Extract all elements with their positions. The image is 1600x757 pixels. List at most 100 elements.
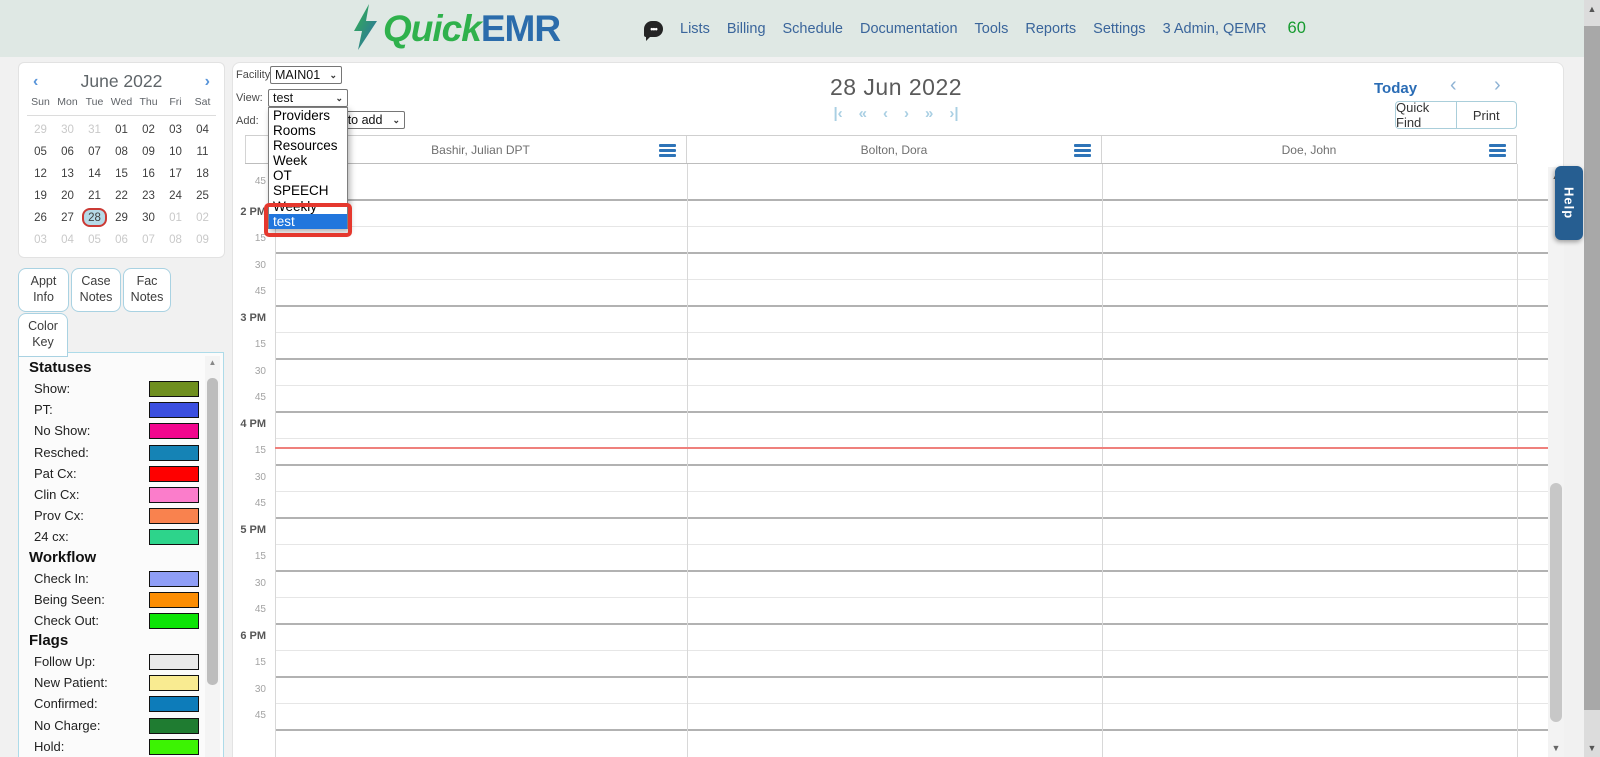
calendar-day-14[interactable]: 14 xyxy=(81,163,108,185)
calendar-day-04[interactable]: 04 xyxy=(189,119,216,141)
calendar-day-09[interactable]: 09 xyxy=(135,141,162,163)
calendar-day-06[interactable]: 06 xyxy=(54,141,81,163)
nav-schedule[interactable]: Schedule xyxy=(783,21,843,37)
nav-3-admin-qemr[interactable]: 3 Admin, QEMR xyxy=(1163,21,1267,37)
pager-next-icon[interactable]: › xyxy=(904,105,909,122)
calendar-day-02[interactable]: 02 xyxy=(189,207,216,229)
calendar-day-03[interactable]: 03 xyxy=(27,229,54,251)
calendar-prev-month-icon[interactable]: ‹ xyxy=(33,73,38,91)
color-key-tab[interactable]: Color Key xyxy=(18,313,68,357)
calendar-day-21[interactable]: 21 xyxy=(81,185,108,207)
nav-lists[interactable]: Lists xyxy=(680,21,710,37)
grid-scrollbar[interactable]: ▲ ▼ xyxy=(1548,167,1564,757)
view-option-rooms[interactable]: Rooms xyxy=(269,123,347,138)
calendar-day-19[interactable]: 19 xyxy=(27,185,54,207)
calendar-next-month-icon[interactable]: › xyxy=(205,73,210,91)
nav-reports[interactable]: Reports xyxy=(1025,21,1076,37)
calendar-day-09[interactable]: 09 xyxy=(189,229,216,251)
calendar-dayname-thu: Thu xyxy=(139,96,158,108)
calendar-day-05[interactable]: 05 xyxy=(27,141,54,163)
prev-day-icon[interactable]: ‹ xyxy=(1450,74,1457,97)
calendar-day-24[interactable]: 24 xyxy=(162,185,189,207)
column-menu-icon[interactable] xyxy=(1074,144,1091,157)
today-button[interactable]: Today xyxy=(1374,80,1417,97)
calendar-day-08[interactable]: 08 xyxy=(162,229,189,251)
calendar-day-22[interactable]: 22 xyxy=(108,185,135,207)
time-label: 45 xyxy=(254,710,266,722)
color-key-label: Confirmed: xyxy=(34,696,98,712)
column-menu-icon[interactable] xyxy=(1489,144,1506,157)
pager-fast-next-icon[interactable]: » xyxy=(925,105,933,122)
nav-documentation[interactable]: Documentation xyxy=(860,21,958,37)
calendar-day-10[interactable]: 10 xyxy=(162,141,189,163)
calendar-day-31[interactable]: 31 xyxy=(81,119,108,141)
quick-find-button[interactable]: Quick Find xyxy=(1396,102,1457,128)
calendar-day-26[interactable]: 26 xyxy=(27,207,54,229)
time-gutter: 45 2 PM 15 30 45 3 PM 15 30 45 4 PM 15 30 45 5 PM 15 30… xyxy=(232,164,272,756)
calendar-day-16[interactable]: 16 xyxy=(135,163,162,185)
nav-billing[interactable]: Billing xyxy=(727,21,766,37)
calendar-day-13[interactable]: 13 xyxy=(54,163,81,185)
calendar-day-03[interactable]: 03 xyxy=(162,119,189,141)
calendar-day-01[interactable]: 01 xyxy=(162,207,189,229)
column-menu-icon[interactable] xyxy=(659,144,676,157)
print-button[interactable]: Print xyxy=(1457,102,1517,128)
calendar-day-28[interactable]: 28 xyxy=(81,207,108,229)
case-notes-tab[interactable]: Case Notes xyxy=(71,268,121,312)
view-option-providers[interactable]: Providers xyxy=(269,108,347,123)
help-tab[interactable]: Help xyxy=(1555,166,1583,240)
color-swatch xyxy=(149,570,199,587)
calendar-day-23[interactable]: 23 xyxy=(135,185,162,207)
scroll-down-icon[interactable]: ▼ xyxy=(1584,743,1600,753)
view-option-ot[interactable]: OT xyxy=(269,168,347,183)
color-swatch xyxy=(149,465,199,482)
color-key-row-follow-up: Follow Up: xyxy=(19,652,223,673)
calendar-day-04[interactable]: 04 xyxy=(54,229,81,251)
color-key-scrollbar[interactable]: ▲ xyxy=(205,356,220,757)
appt-info-tab[interactable]: Appt Info xyxy=(18,268,69,312)
calendar-day-08[interactable]: 08 xyxy=(108,141,135,163)
calendar-day-29[interactable]: 29 xyxy=(108,207,135,229)
grid-scrollbar-thumb[interactable] xyxy=(1550,483,1562,722)
view-option-speech[interactable]: SPEECH xyxy=(269,183,347,198)
nav-tools[interactable]: Tools xyxy=(975,21,1009,37)
color-swatch xyxy=(149,675,199,692)
calendar-day-15[interactable]: 15 xyxy=(108,163,135,185)
calendar-day-01[interactable]: 01 xyxy=(108,119,135,141)
view-option-week[interactable]: Week xyxy=(269,153,347,168)
scroll-up-icon[interactable]: ▲ xyxy=(205,358,220,367)
view-option-resources[interactable]: Resources xyxy=(269,138,347,153)
pager-prev-icon[interactable]: ‹ xyxy=(883,105,888,122)
next-day-icon[interactable]: › xyxy=(1494,74,1501,97)
calendar-day-06[interactable]: 06 xyxy=(108,229,135,251)
color-key-scrollbar-thumb[interactable] xyxy=(207,378,218,685)
notification-count[interactable]: 60 xyxy=(1288,19,1306,38)
fac-notes-tab[interactable]: Fac Notes xyxy=(123,268,171,312)
nav-settings[interactable]: Settings xyxy=(1093,21,1145,37)
page-scrollbar[interactable]: ▲ ▼ xyxy=(1584,0,1600,757)
pager-first-icon[interactable]: |‹ xyxy=(833,105,842,122)
calendar-day-18[interactable]: 18 xyxy=(189,163,216,185)
calendar-day-11[interactable]: 11 xyxy=(189,141,216,163)
scroll-up-icon[interactable]: ▲ xyxy=(1584,4,1600,14)
calendar-day-30[interactable]: 30 xyxy=(135,207,162,229)
pager-fast-prev-icon[interactable]: « xyxy=(859,105,867,122)
calendar-day-25[interactable]: 25 xyxy=(189,185,216,207)
calendar-day-07[interactable]: 07 xyxy=(135,229,162,251)
calendar-day-05[interactable]: 05 xyxy=(81,229,108,251)
column-title: Bashir, Julian DPT xyxy=(431,142,530,157)
calendar-day-30[interactable]: 30 xyxy=(54,119,81,141)
grid-vline xyxy=(687,164,688,757)
calendar-day-02[interactable]: 02 xyxy=(135,119,162,141)
calendar-day-27[interactable]: 27 xyxy=(54,207,81,229)
calendar-day-29[interactable]: 29 xyxy=(27,119,54,141)
schedule-grid-rows[interactable] xyxy=(275,164,1548,756)
chat-bubble-icon[interactable]: ••• xyxy=(644,20,663,41)
calendar-day-12[interactable]: 12 xyxy=(27,163,54,185)
calendar-day-20[interactable]: 20 xyxy=(54,185,81,207)
scroll-down-icon[interactable]: ▼ xyxy=(1548,743,1564,753)
calendar-day-17[interactable]: 17 xyxy=(162,163,189,185)
calendar-day-07[interactable]: 07 xyxy=(81,141,108,163)
pager-last-icon[interactable]: ›| xyxy=(949,105,958,122)
page-scrollbar-thumb[interactable] xyxy=(1584,26,1600,710)
